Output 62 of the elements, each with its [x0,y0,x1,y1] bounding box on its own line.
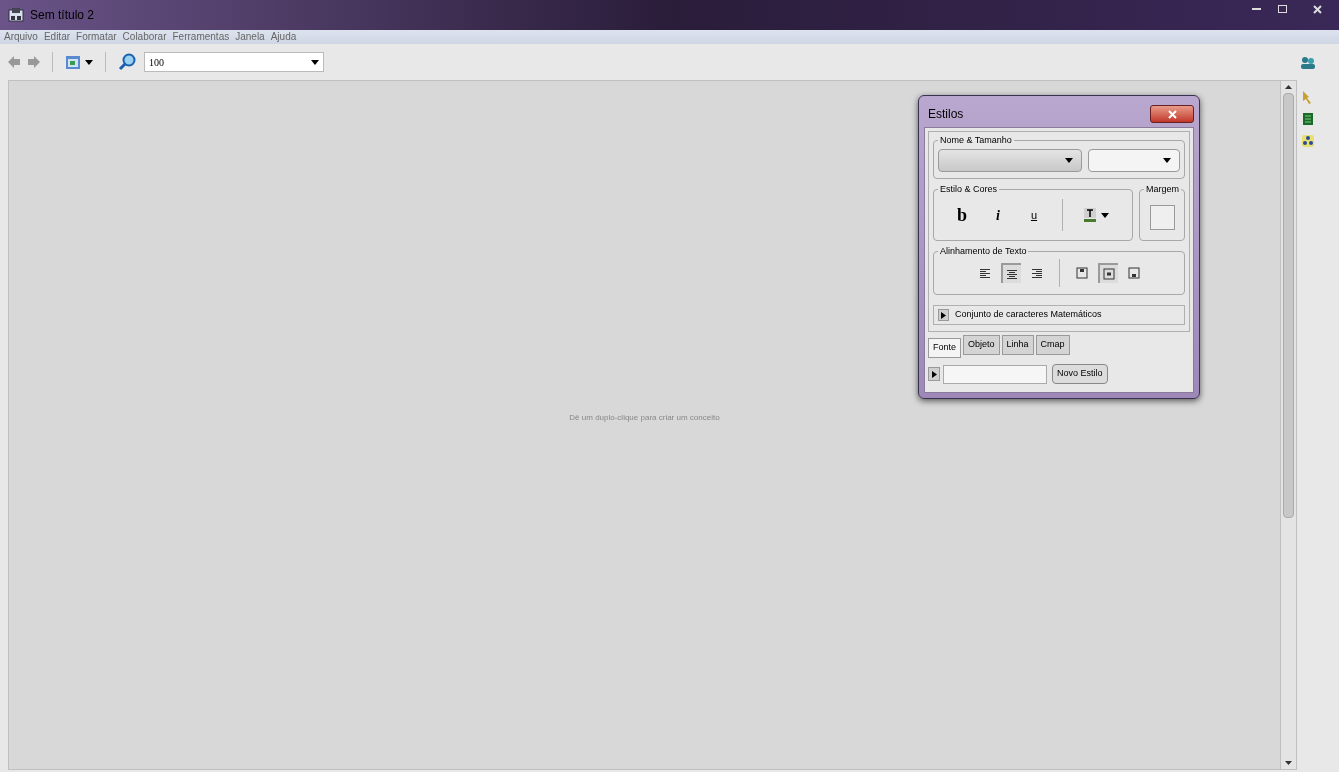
menu-item[interactable]: Ferramentas [172,31,230,43]
menu-item[interactable]: Editar [43,31,71,43]
math-charset-label: Conjunto de caracteres Matemáticos [955,308,1102,322]
font-size-dropdown[interactable] [1088,149,1180,172]
align-icon [1030,267,1043,279]
palette-title: Estilos [928,106,964,123]
dropdown-caret-icon [1065,158,1073,163]
math-charset-bar[interactable]: Conjunto de caracteres Matemáticos [933,305,1185,325]
maximize-icon [1277,5,1287,13]
palette-tab[interactable]: Fonte [928,338,961,358]
dropdown-caret-icon [1163,158,1171,163]
app-icon [8,7,24,23]
network-icon[interactable] [1301,134,1315,148]
view-menu-button[interactable] [65,54,93,70]
zoom-dropdown[interactable]: 100 [144,52,324,72]
menu-item[interactable]: Arquivo [4,31,38,43]
group-label: Nome & Tamanho [938,134,1014,146]
new-style-button[interactable]: Novo Estilo [1052,364,1108,384]
scroll-up-icon[interactable] [1285,85,1292,89]
text-align-button[interactable] [1000,263,1021,283]
close-icon [1167,109,1177,119]
canvas-hint: Dê um duplo-clique para criar um conceito [569,412,720,424]
scrollbar-thumb[interactable] [1283,93,1294,518]
palette-tab[interactable]: Cmap [1035,335,1070,355]
bold-button[interactable]: b [950,203,974,227]
align-icon [1102,268,1115,280]
dropdown-caret-icon [1101,212,1109,218]
menu-item[interactable]: Janela [235,31,265,43]
expand-button[interactable] [938,309,949,321]
underline-button[interactable]: u [1022,203,1046,227]
menu-item[interactable]: Ajuda [270,31,297,43]
expand-icon [931,370,937,378]
expand-icon [941,311,946,319]
zoom-icon [118,53,136,71]
align-icon [1075,267,1088,279]
dropdown-caret-icon [85,59,93,65]
window-icon [65,54,81,70]
dropdown-caret-icon [311,59,319,65]
group-label: Margem [1144,183,1181,195]
zoom-value: 100 [149,55,164,70]
scroll-down-icon[interactable] [1285,761,1292,765]
palette-tab[interactable]: Objeto [963,335,1000,355]
close-icon [1312,4,1322,14]
expand-button[interactable] [928,367,940,381]
align-icon [1005,268,1018,280]
group-label: Estilo & Cores [938,183,1000,195]
book-icon[interactable] [1302,112,1314,126]
menu-item[interactable]: Formatar [76,31,117,43]
minimize-icon [1251,7,1261,11]
align-icon [1127,267,1140,279]
window-title: Sem título 2 [30,7,95,24]
menu-item[interactable]: Colaborar [122,31,167,43]
close-button[interactable] [1150,105,1194,123]
people-icon[interactable] [1300,56,1316,70]
text-align-button[interactable] [1097,263,1118,283]
group-label: Alinhamento de Texto [938,245,1029,257]
italic-button[interactable]: i [986,203,1010,227]
align-icon [978,267,991,279]
text-color-icon [1083,207,1097,223]
vertical-scrollbar[interactable] [1281,80,1297,770]
style-name-field[interactable] [943,364,1047,384]
palette-tab[interactable]: Linha [1001,335,1034,355]
